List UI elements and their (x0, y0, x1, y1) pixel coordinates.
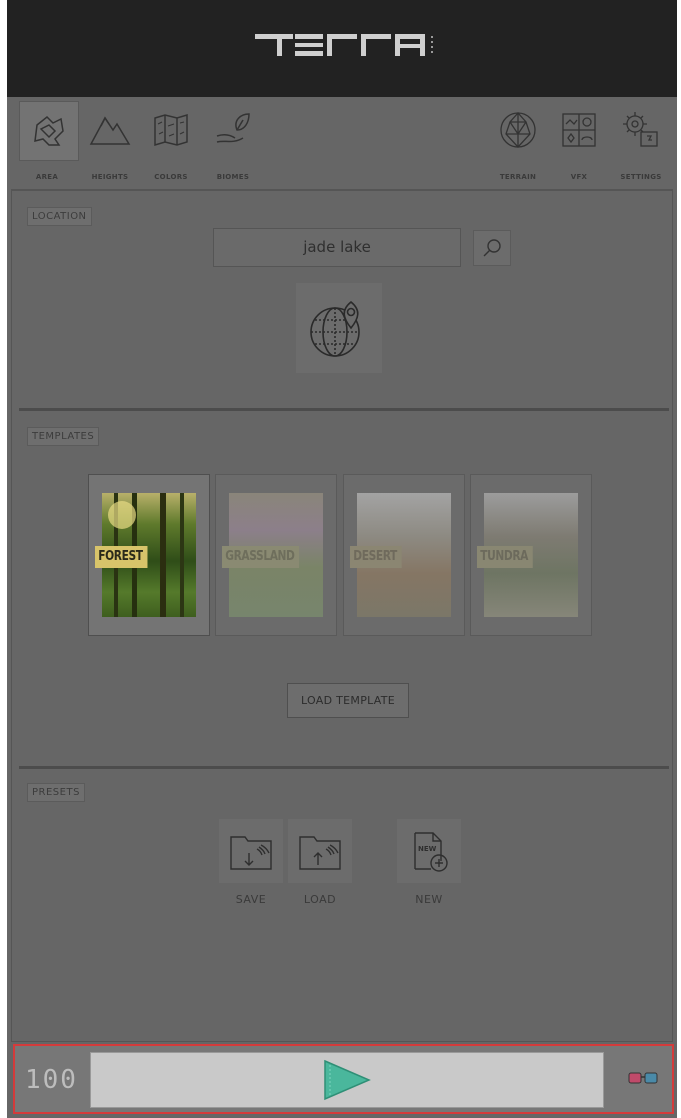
vfx-icon (552, 103, 606, 157)
template-card-grassland[interactable]: GRASSLAND (215, 474, 337, 636)
tool-biomes[interactable]: BIOMES (201, 99, 265, 187)
location-section-label: LOCATION (27, 207, 92, 226)
plant-hand-icon (206, 103, 260, 157)
counter-readout: 100 (25, 1065, 78, 1095)
terrain-sphere-icon (491, 103, 545, 157)
area-map-icon (19, 101, 79, 161)
presets-section-label: PRESETS (27, 783, 85, 802)
tool-terrain[interactable]: TERRAIN (486, 99, 550, 187)
locate-globe-button[interactable] (296, 283, 382, 373)
tool-label: AREA (35, 173, 59, 181)
tool-area[interactable]: AREA (15, 99, 79, 187)
app-window: AREA HEIGHTS COLORS BIOMES TERRAIN VFX S… (7, 0, 677, 1118)
preset-label: SAVE (235, 893, 267, 906)
app-header (7, 0, 677, 97)
stereo-view-toggle[interactable] (628, 1070, 658, 1090)
tool-label: SETTINGS (620, 173, 662, 181)
location-search-button[interactable] (473, 230, 511, 266)
terra-logo (255, 30, 435, 60)
new-badge-text: NEW (418, 845, 437, 853)
template-card-desert[interactable]: DESERT (343, 474, 465, 636)
stereo-glasses-icon (628, 1072, 658, 1084)
texture-map-icon (144, 103, 198, 157)
tool-label: BIOMES (216, 173, 250, 181)
settings-gears-icon (614, 103, 668, 157)
play-icon (324, 1059, 371, 1101)
folder-save-icon (230, 836, 272, 870)
tool-label: COLORS (154, 173, 188, 181)
templates-section-label: TEMPLATES (27, 427, 100, 446)
load-template-button[interactable]: LOAD TEMPLATE (287, 683, 409, 718)
magnifier-icon (483, 239, 501, 257)
template-name: GRASSLAND (222, 546, 300, 568)
section-divider (19, 408, 669, 411)
section-divider (19, 766, 669, 769)
tool-colors[interactable]: COLORS (139, 99, 203, 187)
template-name: TUNDRA (477, 546, 533, 568)
bottom-control-bar: 100 (13, 1044, 674, 1114)
tool-label: VFX (570, 173, 588, 181)
tool-label: HEIGHTS (91, 173, 129, 181)
tool-label: TERRAIN (499, 173, 537, 181)
preset-label: NEW (415, 893, 443, 906)
save-preset-button[interactable] (219, 819, 283, 883)
new-preset-button[interactable]: NEW (397, 819, 461, 883)
main-toolbar: AREA HEIGHTS COLORS BIOMES TERRAIN VFX S… (11, 99, 673, 190)
tool-vfx[interactable]: VFX (547, 99, 611, 187)
template-name: FOREST (95, 546, 148, 568)
mountains-icon (83, 103, 137, 157)
tool-settings[interactable]: SETTINGS (609, 99, 673, 187)
location-search-input[interactable]: jade lake (213, 228, 461, 267)
new-file-icon: NEW (414, 832, 448, 872)
preset-label: LOAD (303, 893, 337, 906)
tool-heights[interactable]: HEIGHTS (78, 99, 142, 187)
template-name: DESERT (350, 546, 402, 568)
load-preset-button[interactable] (288, 819, 352, 883)
globe-pin-icon (310, 300, 360, 357)
template-card-tundra[interactable]: TUNDRA (470, 474, 592, 636)
folder-load-icon (299, 836, 341, 870)
generate-play-button[interactable] (90, 1052, 604, 1108)
terra-logo-mark (255, 34, 433, 56)
template-card-forest[interactable]: FOREST (88, 474, 210, 636)
